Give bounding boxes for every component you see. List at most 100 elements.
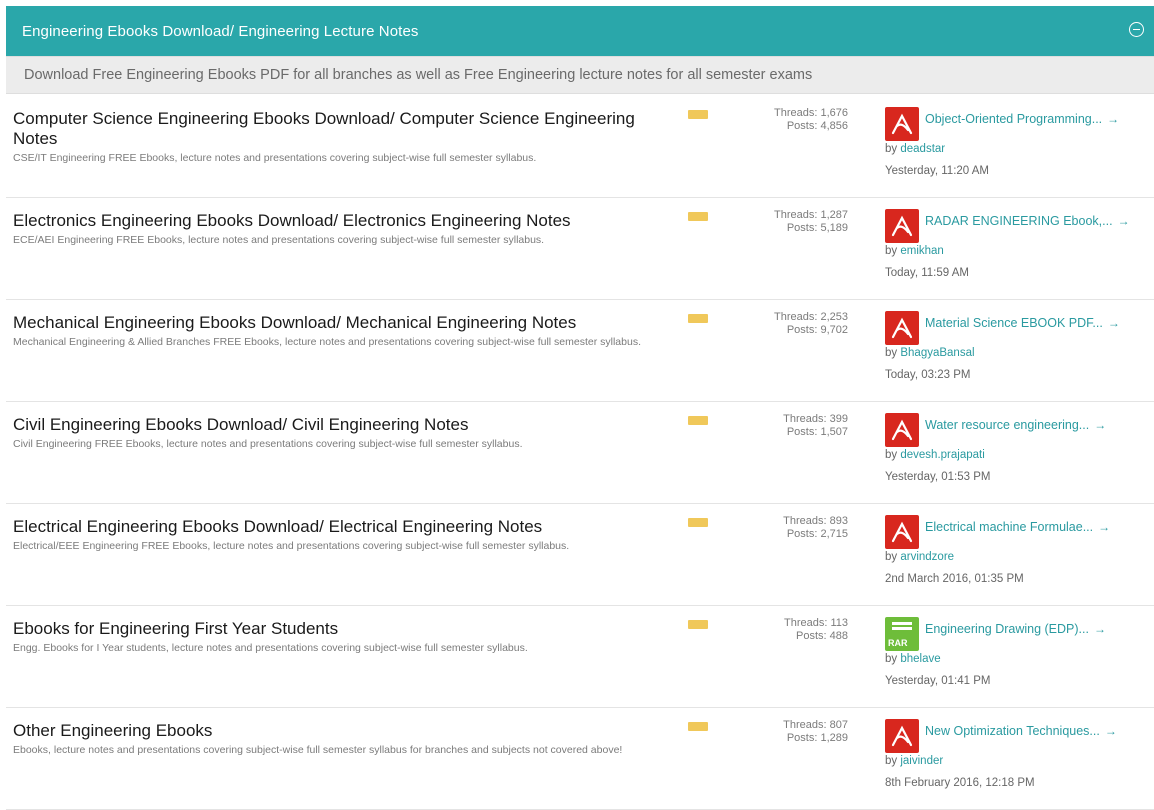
forum-title[interactable]: Computer Science Engineering Ebooks Down… (13, 109, 663, 149)
pdf-icon[interactable] (885, 515, 919, 549)
last-post-title[interactable]: RADAR ENGINEERING Ebook,... (925, 214, 1113, 228)
last-post-title[interactable]: Object-Oriented Programming... (925, 112, 1102, 126)
forum-description: Civil Engineering FREE Ebooks, lecture n… (13, 438, 523, 450)
rar-icon[interactable]: RAR (885, 617, 919, 651)
last-post-date: 2nd March 2016, 01:35 PM (885, 573, 1024, 585)
username-link[interactable]: devesh.prajapati (900, 449, 984, 461)
category-title[interactable]: Engineering Ebooks Download/ Engineering… (22, 23, 418, 40)
go-to-last-post-arrow-icon[interactable]: → (1105, 724, 1117, 738)
forum-stats: Threads: 1,676 Posts: 4,856 (774, 107, 848, 133)
last-post-title-link[interactable]: Object-Oriented Programming... → (925, 112, 1150, 126)
forum-title[interactable]: Electronics Engineering Ebooks Download/… (13, 211, 663, 231)
last-post-title-link[interactable]: Engineering Drawing (EDP)... → (925, 622, 1150, 636)
go-to-last-post-arrow-icon[interactable]: → (1107, 112, 1119, 126)
forum-title[interactable]: Civil Engineering Ebooks Download/ Civil… (13, 415, 663, 435)
forum-category: Engineering Ebooks Download/ Engineering… (0, 0, 1154, 810)
forum-stats: Threads: 399 Posts: 1,507 (783, 413, 848, 439)
forum-row: Electronics Engineering Ebooks Download/… (6, 198, 1154, 300)
username-link[interactable]: deadstar (900, 143, 945, 155)
pdf-icon[interactable] (885, 209, 919, 243)
last-post-title[interactable]: Electrical machine Formulae... (925, 520, 1093, 534)
forum-info: Computer Science Engineering Ebooks Down… (13, 109, 663, 165)
post-count: Posts: 5,189 (786, 222, 848, 234)
last-post-title-link[interactable]: Water resource engineering... → (925, 418, 1150, 432)
go-to-last-post-arrow-icon[interactable]: → (1118, 214, 1130, 228)
go-to-last-post-arrow-icon[interactable]: → (1098, 520, 1110, 534)
forum-stats: Threads: 807 Posts: 1,289 (783, 719, 848, 745)
rss-feed-icon[interactable] (688, 518, 708, 527)
thread-count: Threads: 1,676 (774, 107, 848, 119)
by-label: by (885, 347, 898, 359)
rss-feed-icon[interactable] (688, 620, 708, 629)
rss-feed-icon[interactable] (688, 314, 708, 323)
category-description-bar: Download Free Engineering Ebooks PDF for… (6, 56, 1154, 94)
forum-description: Electrical/EEE Engineering FREE Ebooks, … (13, 540, 570, 552)
forum-row: Ebooks for Engineering First Year Studen… (6, 606, 1154, 708)
last-post-title[interactable]: Engineering Drawing (EDP)... (925, 622, 1089, 636)
last-post-title-link[interactable]: RADAR ENGINEERING Ebook,... → (925, 214, 1150, 228)
last-post-date: Yesterday, 01:41 PM (885, 675, 991, 687)
post-count: Posts: 4,856 (786, 120, 848, 132)
pdf-icon[interactable] (885, 107, 919, 141)
last-post-title-link[interactable]: Material Science EBOOK PDF... → (925, 316, 1150, 330)
by-label: by (885, 551, 898, 563)
last-post-date: Yesterday, 01:53 PM (885, 471, 991, 483)
last-post-title-link[interactable]: New Optimization Techniques... → (925, 724, 1150, 738)
last-post-author: by BhagyaBansal (885, 347, 975, 359)
by-label: by (885, 653, 898, 665)
collapse-minus-icon[interactable] (1129, 22, 1144, 37)
username-link[interactable]: emikhan (900, 245, 943, 257)
go-to-last-post-arrow-icon[interactable]: → (1094, 622, 1106, 636)
forum-description: Ebooks, lecture notes and presentations … (13, 744, 623, 756)
last-post-author: by emikhan (885, 245, 944, 257)
last-post-date: 8th February 2016, 12:18 PM (885, 777, 1035, 789)
by-label: by (885, 755, 898, 767)
last-post-date: Today, 03:23 PM (885, 369, 971, 381)
last-post-title[interactable]: Water resource engineering... (925, 418, 1089, 432)
forum-info: Civil Engineering Ebooks Download/ Civil… (13, 415, 663, 451)
thread-count: Threads: 2,253 (774, 311, 848, 323)
post-count: Posts: 1,289 (786, 732, 848, 744)
forum-description: ECE/AEI Engineering FREE Ebooks, lecture… (13, 234, 545, 246)
last-post-date: Yesterday, 11:20 AM (885, 165, 989, 177)
category-description: Download Free Engineering Ebooks PDF for… (24, 67, 813, 83)
forum-row: Mechanical Engineering Ebooks Download/ … (6, 300, 1154, 402)
last-post-title[interactable]: Material Science EBOOK PDF... (925, 316, 1103, 330)
forum-title[interactable]: Mechanical Engineering Ebooks Download/ … (13, 313, 663, 333)
forum-title[interactable]: Ebooks for Engineering First Year Studen… (13, 619, 663, 639)
pdf-icon[interactable] (885, 413, 919, 447)
rss-feed-icon[interactable] (688, 110, 708, 119)
last-post-title-link[interactable]: Electrical machine Formulae... → (925, 520, 1150, 534)
forum-title[interactable]: Other Engineering Ebooks (13, 721, 663, 741)
forum-info: Ebooks for Engineering First Year Studen… (13, 619, 663, 655)
rss-feed-icon[interactable] (688, 416, 708, 425)
last-post-title[interactable]: New Optimization Techniques... (925, 724, 1100, 738)
thread-count: Threads: 113 (783, 617, 848, 629)
forum-stats: Threads: 2,253 Posts: 9,702 (774, 311, 848, 337)
forum-stats: Threads: 1,287 Posts: 5,189 (774, 209, 848, 235)
forum-row: Electrical Engineering Ebooks Download/ … (6, 504, 1154, 606)
last-post-date: Today, 11:59 AM (885, 267, 969, 279)
pdf-icon[interactable] (885, 719, 919, 753)
go-to-last-post-arrow-icon[interactable]: → (1108, 316, 1120, 330)
last-post-author: by jaivinder (885, 755, 943, 767)
pdf-icon[interactable] (885, 311, 919, 345)
forum-description: Mechanical Engineering & Allied Branches… (13, 336, 641, 348)
rar-icon-label: RAR (888, 638, 908, 648)
forum-row: Civil Engineering Ebooks Download/ Civil… (6, 402, 1154, 504)
thread-count: Threads: 893 (783, 515, 848, 527)
category-header: Engineering Ebooks Download/ Engineering… (6, 6, 1154, 56)
forum-description: Engg. Ebooks for I Year students, lectur… (13, 642, 528, 654)
username-link[interactable]: arvindzore (900, 551, 954, 563)
username-link[interactable]: BhagyaBansal (900, 347, 974, 359)
forum-title[interactable]: Electrical Engineering Ebooks Download/ … (13, 517, 663, 537)
username-link[interactable]: bhelave (900, 653, 940, 665)
go-to-last-post-arrow-icon[interactable]: → (1094, 418, 1106, 432)
rss-feed-icon[interactable] (688, 722, 708, 731)
forum-info: Other Engineering Ebooks Ebooks, lecture … (13, 721, 663, 757)
by-label: by (885, 449, 898, 461)
post-count: Posts: 1,507 (786, 426, 848, 438)
username-link[interactable]: jaivinder (900, 755, 943, 767)
rss-feed-icon[interactable] (688, 212, 708, 221)
by-label: by (885, 245, 898, 257)
